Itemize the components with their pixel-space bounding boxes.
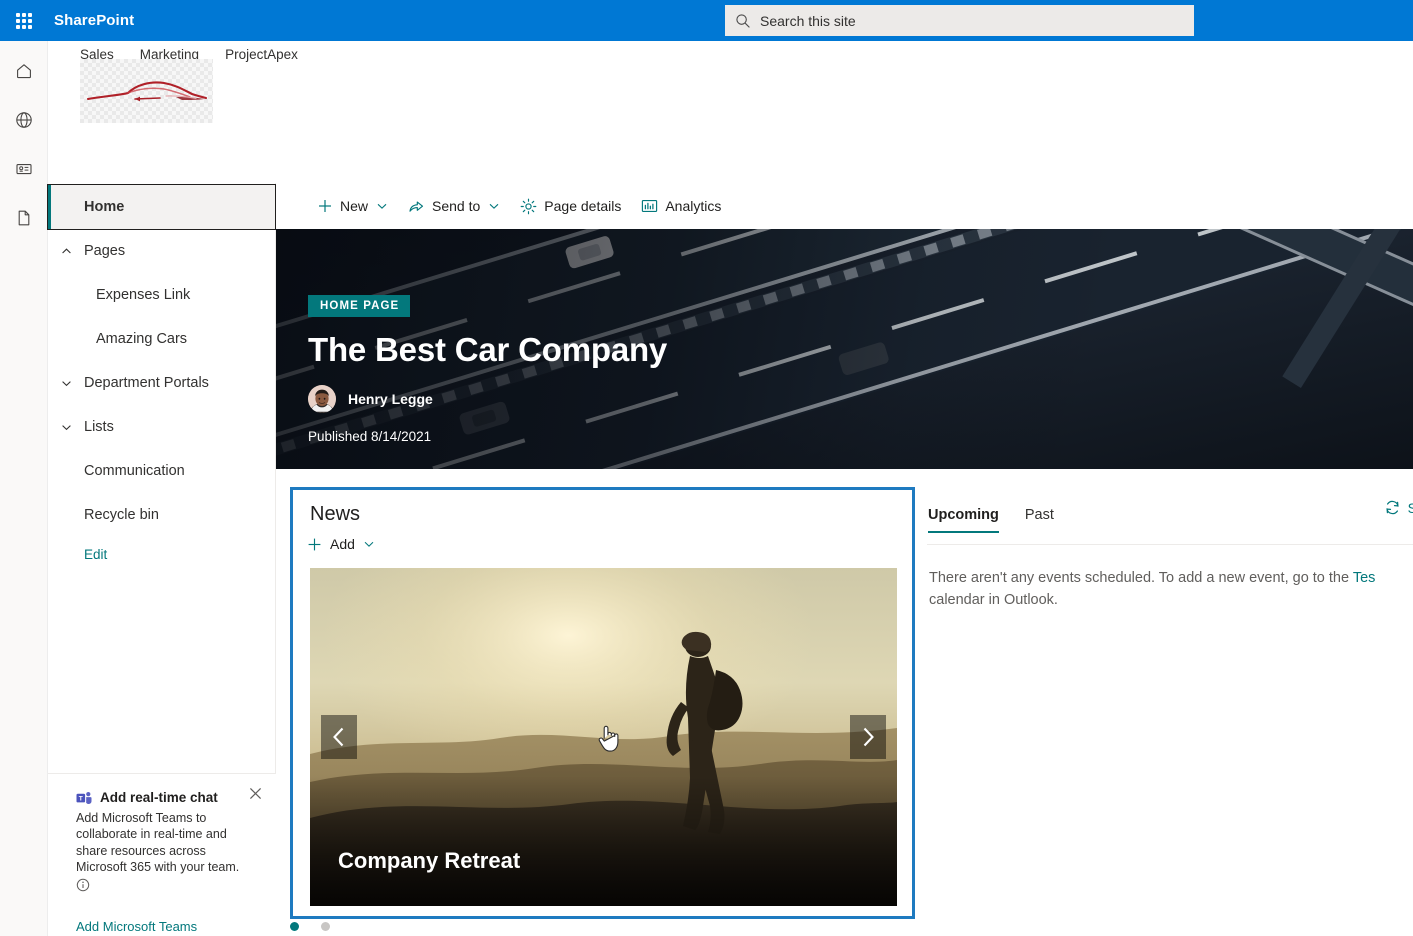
svg-text:T: T (79, 795, 83, 802)
hero-author-name[interactable]: Henry Legge (348, 391, 433, 407)
events-empty-text-before: There aren't any events scheduled. To ad… (929, 570, 1353, 586)
plus-icon (317, 198, 333, 214)
add-microsoft-teams-link[interactable]: Add Microsoft Teams (76, 919, 197, 934)
news-card[interactable]: Company Retreat (310, 568, 897, 906)
chevron-up-icon (58, 243, 74, 259)
nav-edit-link[interactable]: Edit (48, 537, 275, 571)
teams-promo-title: T Add real-time chat (76, 790, 256, 805)
nav-item-home[interactable]: Home (47, 184, 276, 230)
tab-past[interactable]: Past (1025, 507, 1054, 533)
refresh-icon (1384, 499, 1401, 516)
avatar[interactable] (308, 385, 336, 413)
teams-promo-panel: T Add real-time chat Add Microsoft Teams… (48, 773, 276, 936)
nav-edit-label: Edit (84, 546, 108, 562)
events-tabs: Upcoming Past (927, 487, 1413, 533)
nav-item-label: Department Portals (84, 375, 209, 391)
analytics-icon (641, 198, 658, 214)
new-button-label: New (340, 198, 369, 214)
rail-news-icon[interactable] (8, 153, 40, 185)
events-see-all-button[interactable]: S (1384, 499, 1413, 516)
carousel-dot-2[interactable] (321, 922, 330, 931)
search-box[interactable] (725, 5, 1194, 36)
nav-item-label: Lists (84, 419, 114, 435)
plus-icon (307, 537, 322, 552)
page-details-button-label: Page details (544, 198, 622, 214)
left-rail (0, 41, 48, 936)
news-add-button[interactable]: Add (307, 536, 381, 552)
suite-title[interactable]: SharePoint (54, 12, 134, 29)
chevron-down-icon (376, 200, 388, 212)
analytics-button-label: Analytics (665, 198, 722, 214)
tab-upcoming[interactable]: Upcoming (928, 507, 999, 533)
teams-promo-description: Add Microsoft Teams to collaborate in re… (76, 811, 240, 874)
site-header: Sales Marketing ProjectApex (48, 41, 1413, 180)
hero-banner[interactable]: HOME PAGE The Best Car Company Henry Leg… (276, 229, 1413, 469)
rail-home-icon[interactable] (8, 55, 40, 87)
rail-page-icon[interactable] (8, 202, 40, 234)
nav-item-label: Pages (84, 243, 126, 259)
events-empty-text-after: calendar in Outlook. (929, 592, 1058, 608)
site-logo[interactable] (80, 59, 213, 123)
news-webpart-title: News (310, 503, 361, 525)
teams-icon: T (76, 791, 93, 805)
carousel-dots (290, 922, 330, 931)
nav-item-lists[interactable]: Lists (48, 405, 275, 449)
nav-item-label: Home (84, 199, 125, 215)
nav-item-label: Amazing Cars (96, 331, 188, 347)
nav-item-label: Communication (84, 463, 185, 479)
nav-item-amazing-cars[interactable]: Amazing Cars (48, 317, 275, 361)
chevron-down-icon (58, 419, 74, 435)
news-webpart[interactable]: News Add Company Retreat (290, 487, 915, 919)
events-empty-message: There aren't any events scheduled. To ad… (927, 545, 1413, 611)
page-details-button[interactable]: Page details (511, 187, 630, 225)
events-calendar-link[interactable]: Tes (1353, 570, 1376, 586)
news-card-title: Company Retreat (338, 848, 521, 873)
nav-item-label: Expenses Link (96, 287, 191, 303)
new-button[interactable]: New (308, 187, 397, 225)
nav-item-recycle-bin[interactable]: Recycle bin (48, 493, 275, 537)
info-icon[interactable] (76, 878, 256, 897)
hero-badge[interactable]: HOME PAGE (308, 295, 411, 317)
carousel-prev-button[interactable] (321, 715, 357, 759)
nav-item-department-portals[interactable]: Department Portals (48, 361, 275, 405)
events-see-all-label: S (1407, 499, 1413, 516)
command-bar: New Send to Page details Analytics (276, 183, 1413, 229)
page-title: The Best Car Company (308, 331, 668, 368)
topnav-link-projectapex[interactable]: ProjectApex (223, 44, 300, 65)
nav-item-expenses-link[interactable]: Expenses Link (48, 273, 275, 317)
close-icon[interactable] (244, 782, 266, 804)
gear-icon (520, 198, 537, 215)
suite-bar: SharePoint (0, 0, 1413, 41)
nav-item-pages[interactable]: Pages (48, 229, 275, 273)
search-input[interactable] (760, 12, 1184, 29)
rail-globe-icon[interactable] (8, 104, 40, 136)
search-icon (735, 13, 751, 29)
send-to-button[interactable]: Send to (399, 187, 509, 225)
teams-promo-title-text: Add real-time chat (100, 790, 218, 805)
hero-published-date: Published 8/14/2021 (308, 429, 432, 444)
send-to-button-label: Send to (432, 198, 481, 214)
chevron-down-icon (363, 538, 375, 550)
hero-author: Henry Legge (308, 385, 667, 413)
carousel-dot-1[interactable] (290, 922, 299, 931)
carousel-next-button[interactable] (850, 715, 886, 759)
nav-item-label: Recycle bin (84, 507, 159, 523)
analytics-button[interactable]: Analytics (632, 187, 730, 225)
chevron-down-icon (58, 375, 74, 391)
app-launcher-icon[interactable] (0, 0, 48, 41)
chevron-down-icon (488, 200, 500, 212)
hero-content: HOME PAGE The Best Car Company Henry Leg… (308, 295, 667, 444)
news-add-label: Add (330, 536, 355, 552)
share-icon (408, 198, 425, 214)
left-navigation: Home Pages Expenses Link Amazing Cars De… (47, 183, 276, 773)
nav-item-communication[interactable]: Communication (48, 449, 275, 493)
events-webpart: Upcoming Past S There aren't any events … (927, 487, 1413, 936)
